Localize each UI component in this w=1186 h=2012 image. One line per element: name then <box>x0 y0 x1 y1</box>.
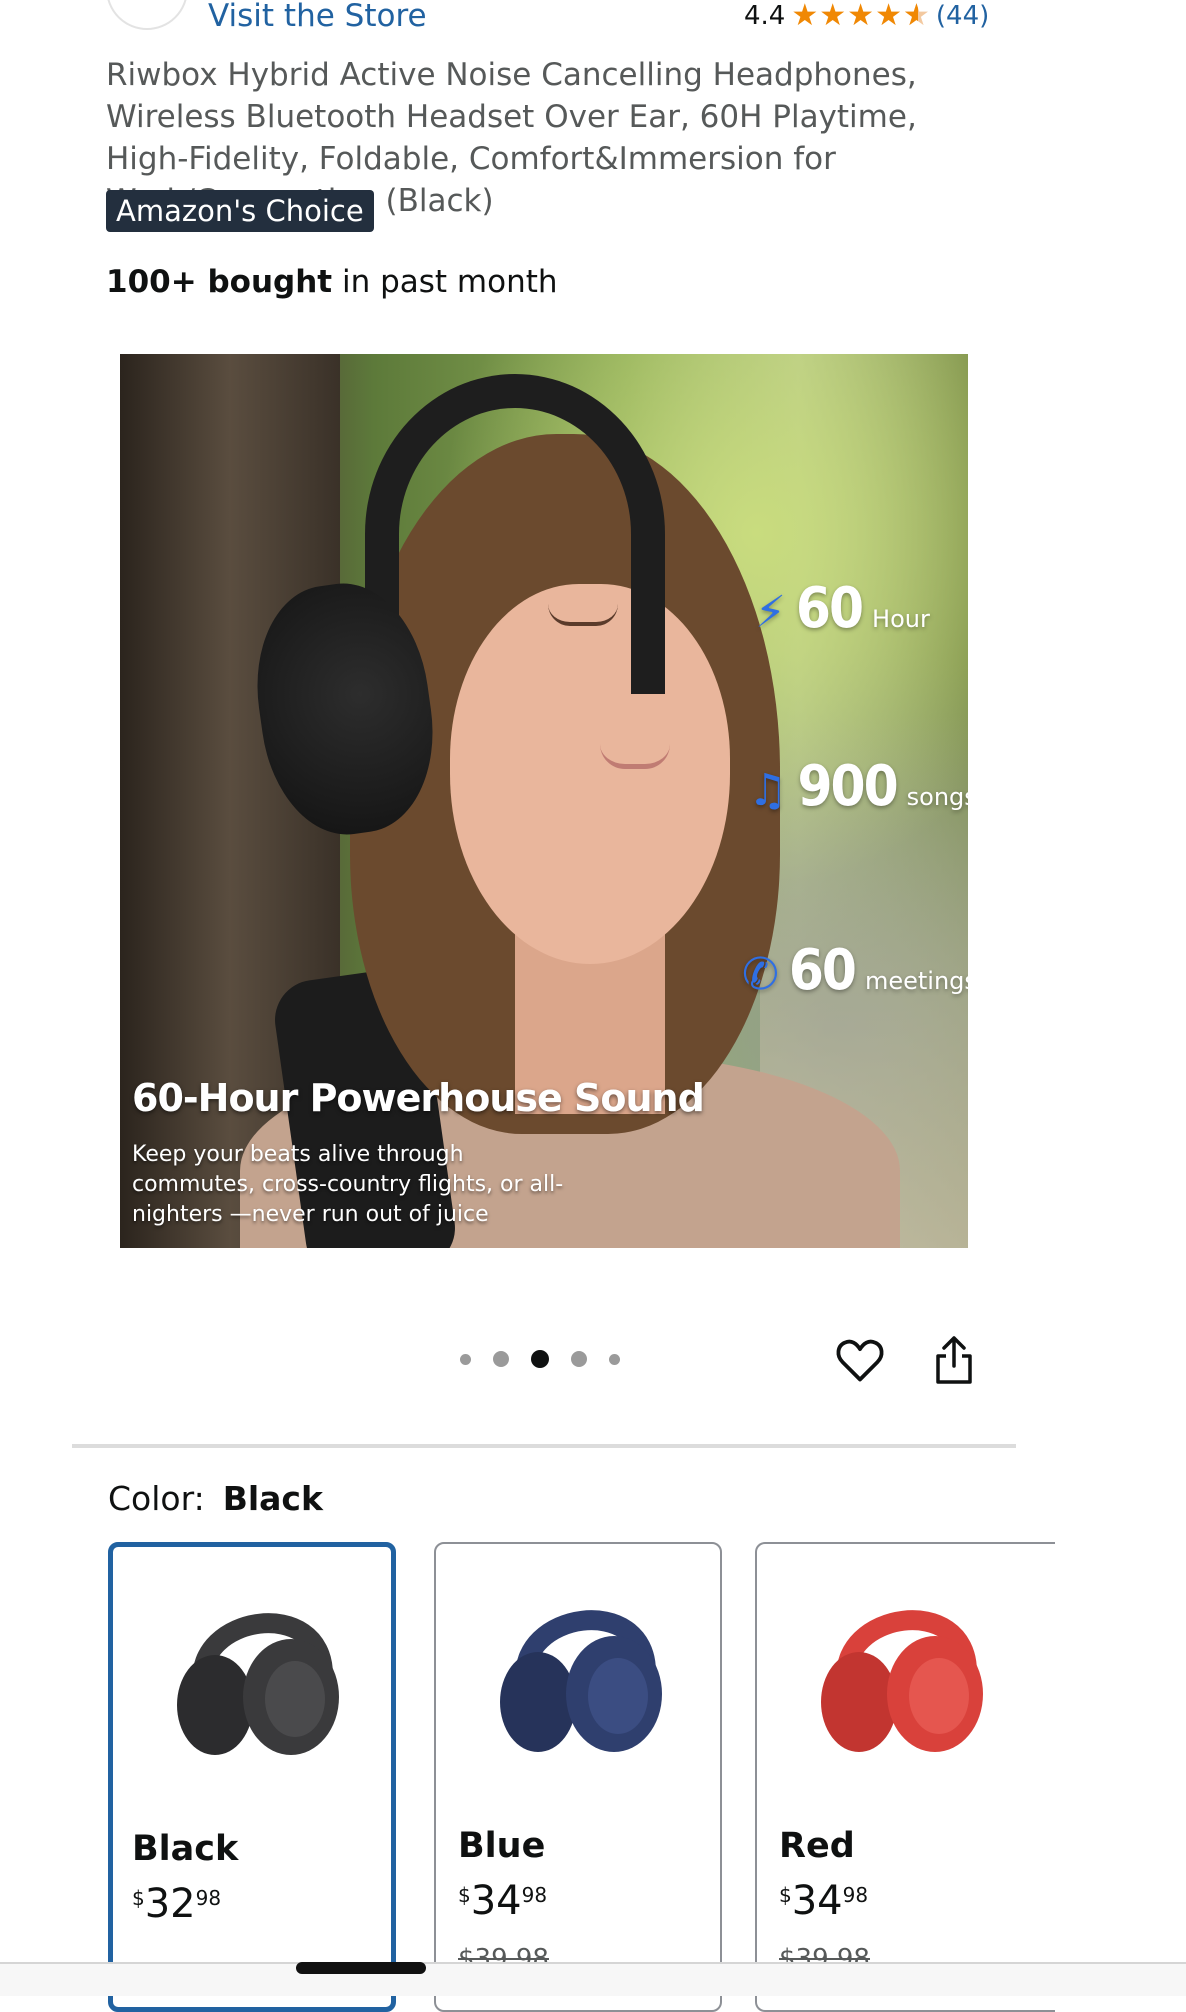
black-headphones-image <box>177 1613 339 1755</box>
carousel-dot-active[interactable] <box>531 1350 549 1368</box>
price-whole: 32 <box>144 1881 196 1927</box>
store-avatar[interactable] <box>106 0 188 30</box>
rating-value: 4.4 <box>744 1 786 31</box>
image-carousel-dots <box>460 1350 620 1368</box>
color-option-name: Blue <box>458 1826 546 1866</box>
stat-value: 900 <box>797 754 898 819</box>
star-icon: ★ <box>791 0 819 33</box>
color-option-price: $3498 <box>779 1878 868 1924</box>
carousel-dot[interactable] <box>460 1353 471 1365</box>
color-label: Color: Black <box>108 1478 323 1520</box>
carousel-dot[interactable] <box>571 1351 587 1367</box>
selected-color-name: Black <box>222 1479 323 1518</box>
star-rating: ★ ★ ★ ★ ★ <box>791 0 930 33</box>
price-currency: $ <box>132 1885 145 1910</box>
color-option-price: $3298 <box>132 1881 221 1927</box>
stat-meetings: ✆ 60 meetings <box>742 938 968 1003</box>
heart-icon[interactable] <box>834 1334 886 1386</box>
bought-count: 100+ bought <box>106 264 333 300</box>
rating-summary[interactable]: 4.4 ★ ★ ★ ★ ★ (44) <box>744 0 989 32</box>
carousel-dot[interactable] <box>609 1353 620 1365</box>
share-icon[interactable] <box>930 1334 978 1386</box>
home-indicator[interactable] <box>296 1962 426 1974</box>
bought-suffix: in past month <box>332 264 558 300</box>
color-label-text: Color: <box>108 1479 205 1518</box>
bought-in-past-month: 100+ bought in past month <box>106 262 558 302</box>
color-option-price: $3498 <box>458 1878 547 1924</box>
stat-hours: ⚡ 60 Hour <box>755 576 930 641</box>
bottom-toolbar <box>0 1962 1186 1996</box>
rating-count-link[interactable]: (44) <box>936 1 989 31</box>
price-whole: 34 <box>470 1878 522 1924</box>
image-caption-body: Keep your beats alive through commutes, … <box>132 1142 564 1227</box>
price-currency: $ <box>779 1882 792 1907</box>
stat-value: 60 <box>795 576 864 641</box>
price-cents: 98 <box>521 1882 548 1907</box>
star-icon: ★ <box>819 0 847 33</box>
stat-value: 60 <box>788 938 857 1003</box>
red-headphones-image <box>821 1610 983 1752</box>
amazons-choice-badge: Amazon's Choice <box>106 190 374 232</box>
color-option-name: Black <box>132 1829 239 1869</box>
section-divider <box>72 1444 1016 1448</box>
music-note-icon: ♫ <box>748 765 788 816</box>
star-icon: ★ <box>847 0 875 33</box>
stat-unit: songs <box>906 783 968 811</box>
star-icon: ★ <box>875 0 902 33</box>
stat-unit: meetings <box>864 967 968 995</box>
color-option-red[interactable]: Red $3498 $39.98 <box>755 1542 1055 2012</box>
stat-songs: ♫ 900 songs <box>748 754 968 819</box>
blue-headphones-image <box>500 1610 662 1752</box>
phone-icon: ✆ <box>742 949 779 1000</box>
carousel-dot[interactable] <box>493 1351 509 1367</box>
color-option-name: Red <box>779 1826 855 1866</box>
visit-store-link[interactable]: Visit the Store <box>208 0 427 32</box>
price-currency: $ <box>458 1882 471 1907</box>
image-caption-title: 60-Hour Powerhouse Sound <box>132 1076 705 1120</box>
price-cents: 98 <box>195 1885 222 1910</box>
product-main-image[interactable]: ⚡ 60 Hour ♫ 900 songs ✆ 60 meetings 60-H… <box>120 354 968 1248</box>
color-option-blue[interactable]: Blue $3498 $39.98 <box>434 1542 722 2012</box>
half-star-icon: ★ <box>903 1 930 32</box>
price-whole: 34 <box>791 1878 843 1924</box>
color-option-black[interactable]: Black $3298 <box>108 1542 396 2012</box>
lightning-icon: ⚡ <box>755 587 786 638</box>
stat-unit: Hour <box>872 605 930 633</box>
price-cents: 98 <box>842 1882 869 1907</box>
